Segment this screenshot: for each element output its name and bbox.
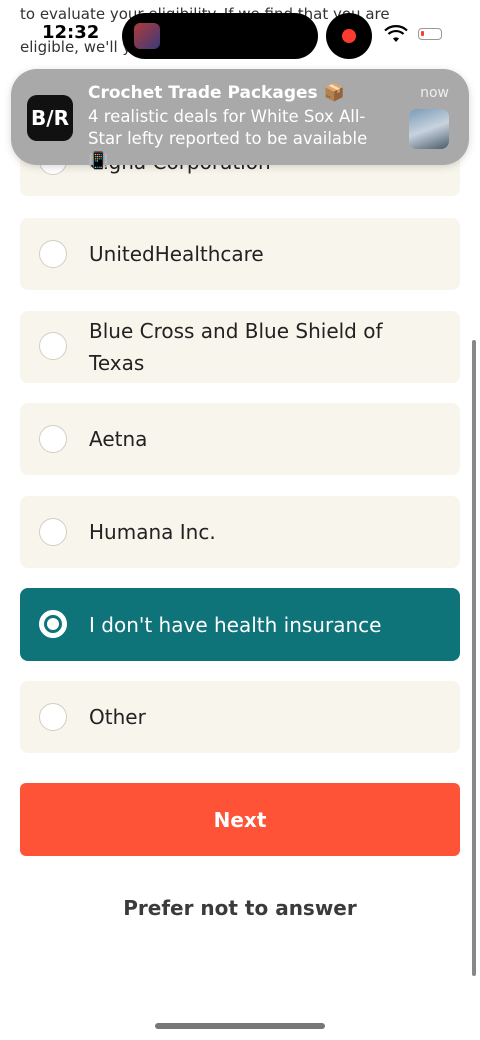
status-time: 12:32	[42, 22, 100, 43]
push-notification[interactable]: B/R Crochet Trade Packages 📦 4 realistic…	[11, 69, 469, 170]
battery-icon	[418, 28, 442, 40]
option-label: I don't have health insurance	[89, 613, 382, 637]
record-dot-icon	[342, 29, 356, 43]
dynamic-island[interactable]	[122, 13, 318, 59]
radio-icon[interactable]	[39, 332, 67, 360]
option-no-insurance[interactable]: I don't have health insurance	[20, 588, 460, 661]
recording-indicator[interactable]	[326, 13, 372, 59]
radio-selected-icon[interactable]	[39, 610, 67, 638]
option-label: Blue Cross and Blue Shield of Texas	[89, 319, 383, 375]
option-label: UnitedHealthcare	[89, 242, 264, 266]
option-label: Humana Inc.	[89, 520, 216, 544]
notification-title: Crochet Trade Packages 📦	[88, 83, 345, 103]
notification-thumbnail	[409, 109, 449, 149]
radio-icon[interactable]	[39, 703, 67, 731]
now-playing-thumbnail	[134, 23, 160, 49]
option-aetna[interactable]: Aetna	[20, 403, 460, 475]
notification-body: 4 realistic deals for White Sox All-Star…	[88, 107, 368, 170]
option-other[interactable]: Other	[20, 681, 460, 753]
prefer-not-to-answer-link[interactable]: Prefer not to answer	[0, 896, 480, 920]
radio-icon[interactable]	[39, 518, 67, 546]
option-label: Aetna	[89, 427, 148, 451]
home-indicator[interactable]	[155, 1023, 325, 1029]
option-bcbs-texas[interactable]: Blue Cross and Blue Shield of Texas	[20, 311, 460, 383]
battery-level	[421, 31, 424, 36]
notification-time: now	[420, 85, 449, 101]
radio-icon[interactable]	[39, 240, 67, 268]
scrollbar[interactable]	[472, 340, 476, 976]
wifi-icon	[384, 25, 408, 42]
bleacher-report-app-icon: B/R	[27, 95, 73, 141]
option-label: Other	[89, 705, 146, 729]
option-unitedhealthcare[interactable]: UnitedHealthcare	[20, 218, 460, 290]
option-humana[interactable]: Humana Inc.	[20, 496, 460, 568]
radio-icon[interactable]	[39, 425, 67, 453]
next-button[interactable]: Next	[20, 783, 460, 856]
